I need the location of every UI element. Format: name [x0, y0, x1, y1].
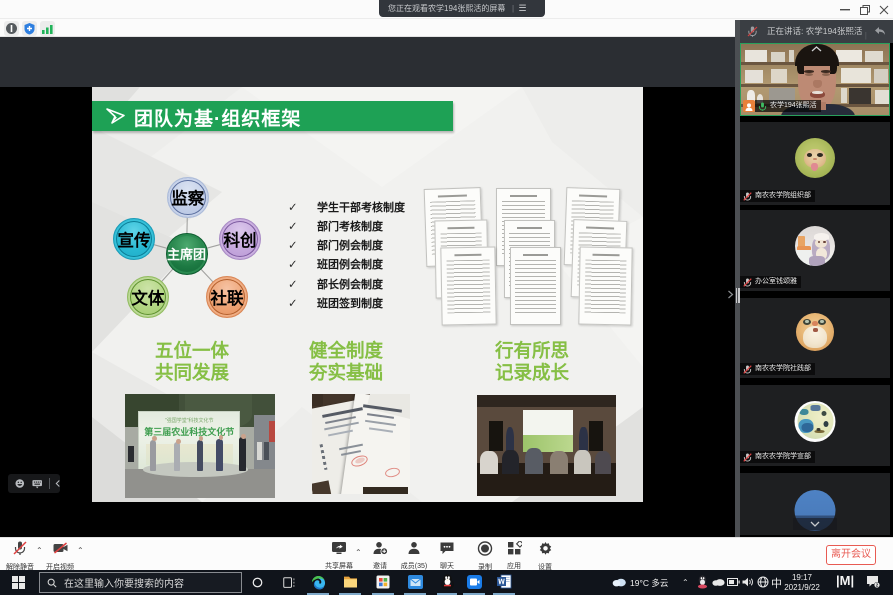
svg-text:2: 2 — [876, 583, 879, 588]
